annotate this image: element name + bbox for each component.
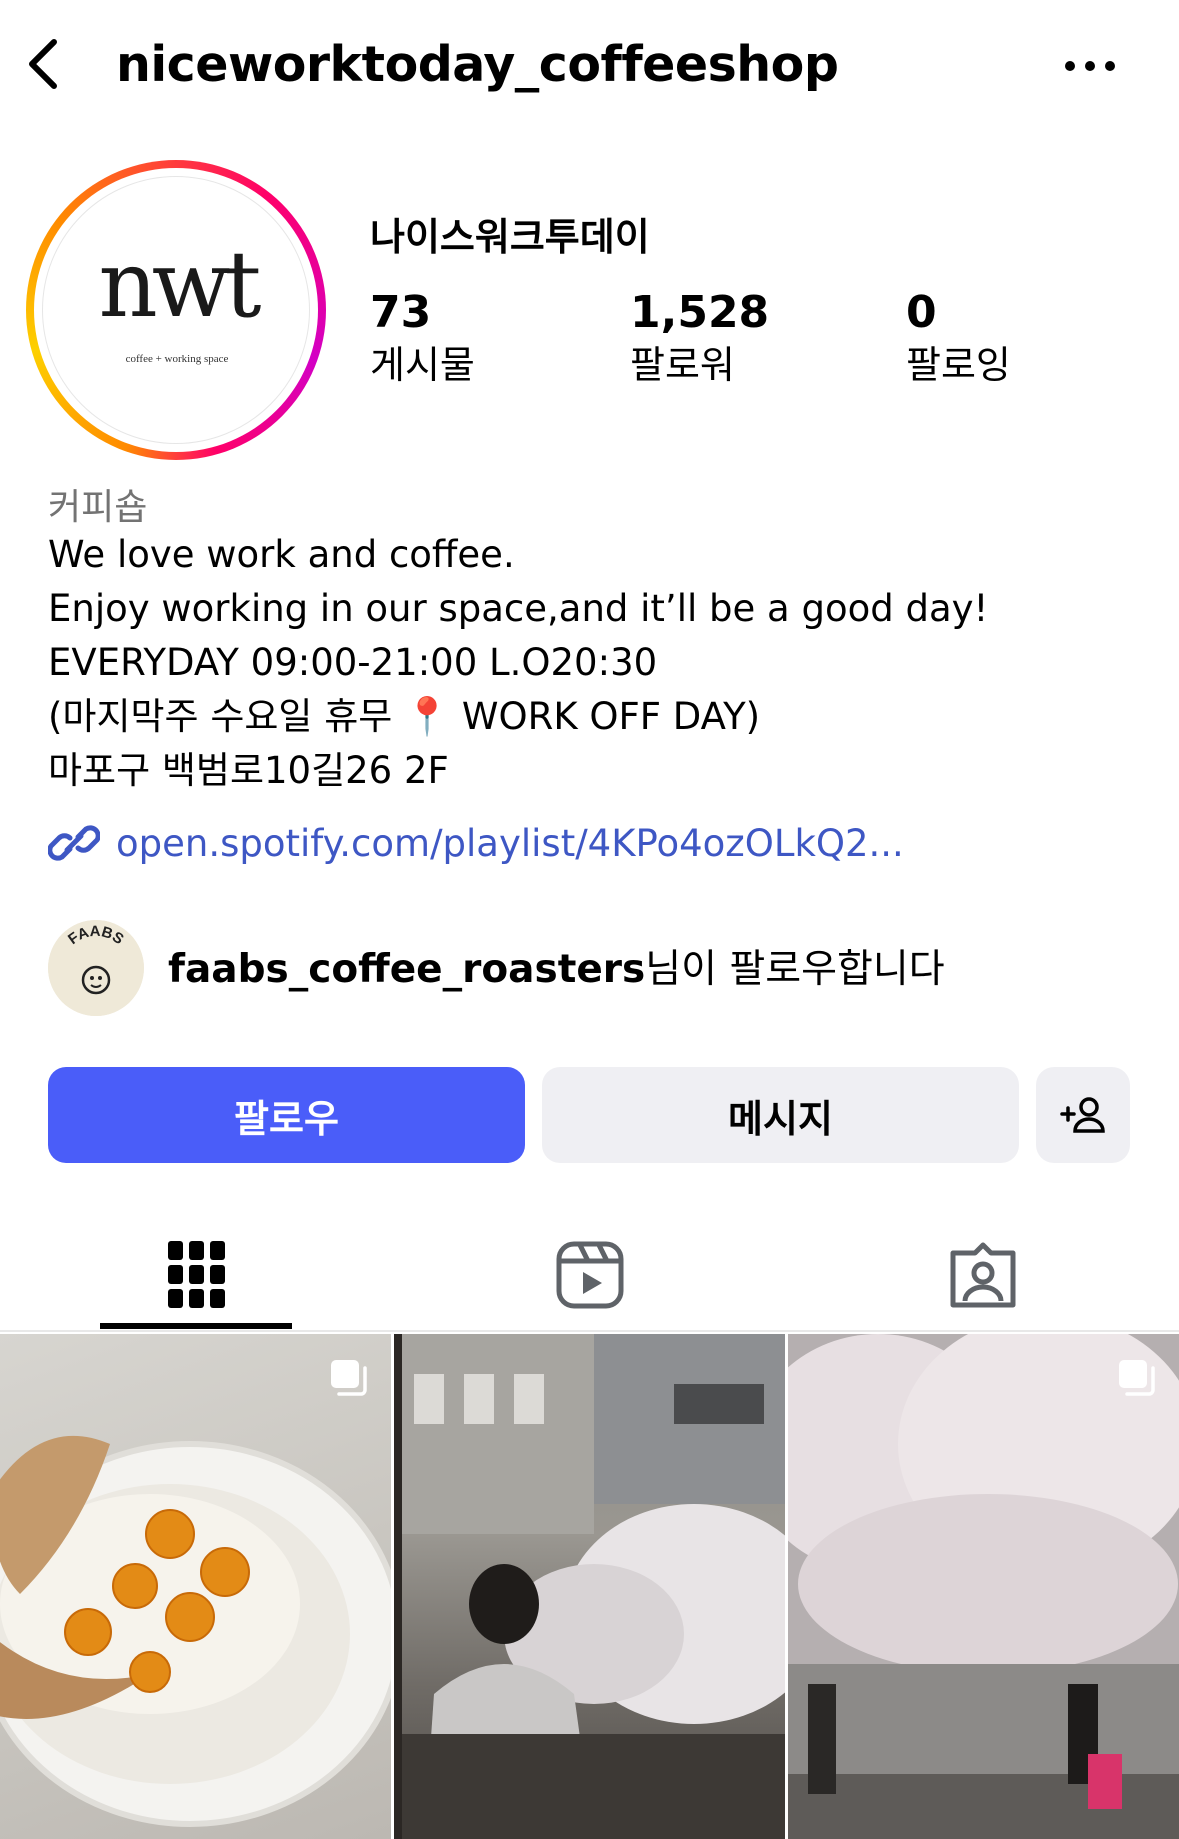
bio-line: Enjoy working in our space,and it’ll be … (48, 587, 989, 630)
posts-count-label: 게시물 (370, 343, 475, 387)
profile-avatar[interactable]: nwt coffee + working space (26, 160, 326, 460)
divider (0, 1330, 1179, 1332)
following-count-label: 팔로잉 (906, 343, 1011, 387)
cafe-window-photo (394, 1334, 785, 1839)
post-thumbnail[interactable] (0, 1334, 391, 1839)
bio-line: 마포구 백범로10길26 2F (48, 749, 449, 792)
tab-grid[interactable] (0, 1220, 393, 1330)
profile-link[interactable]: open.spotify.com/playlist/4KPo4ozOLkQ2..… (48, 818, 904, 868)
active-tab-indicator (100, 1323, 292, 1329)
logo-subtext: coffee + working space (125, 353, 229, 365)
avatar-logo: nwt coffee + working space (42, 176, 310, 444)
cherry-blossom-photo (788, 1334, 1179, 1839)
profile-link-text[interactable]: open.spotify.com/playlist/4KPo4ozOLkQ2..… (116, 822, 904, 865)
following-count[interactable]: 0 팔로잉 (906, 288, 1011, 390)
post-thumbnail[interactable] (788, 1334, 1179, 1839)
following-count-value: 0 (906, 287, 937, 338)
bio-line: We love work and coffee. (48, 533, 515, 576)
multiple-photos-icon (1119, 1360, 1155, 1396)
profile-bio: We love work and coffee. Enjoy working i… (48, 528, 988, 798)
reels-icon (556, 1241, 623, 1309)
grid-icon (167, 1241, 225, 1308)
post-thumbnail[interactable] (394, 1334, 785, 1839)
followed-by-suffix: 님이 팔로우합니다 (645, 947, 945, 992)
followed-by-text[interactable]: faabs_coffee_roasters님이 팔로우합니다 (168, 938, 945, 994)
display-name: 나이스워크투데이 (370, 215, 650, 259)
logo-text: nwt (98, 231, 262, 338)
posts-count[interactable]: 73 게시물 (370, 288, 475, 390)
follow-button[interactable]: 팔로우 (48, 1067, 525, 1163)
tab-reels[interactable] (393, 1220, 786, 1330)
chevron-left-icon (29, 39, 57, 89)
followers-count[interactable]: 1,528 팔로워 (630, 288, 769, 390)
link-icon (48, 825, 100, 861)
followers-count-label: 팔로워 (630, 343, 735, 387)
tagged-icon (950, 1242, 1015, 1308)
posts-count-value: 73 (370, 287, 432, 338)
followers-count-value: 1,528 (630, 287, 770, 338)
bio-line: EVERYDAY 09:00-21:00 L.O20:30 (48, 641, 658, 684)
profile-category: 커피숍 (48, 487, 148, 528)
faabs-logo-icon: FAABS (48, 920, 144, 1016)
page-title: niceworktoday_coffeeshop (116, 36, 839, 93)
bagel-photo (0, 1435, 391, 1827)
back-button[interactable] (22, 34, 68, 94)
ellipsis-icon (1065, 61, 1115, 71)
bio-line: (마지막주 수요일 휴무 📍 WORK OFF DAY) (48, 695, 761, 738)
message-button[interactable]: 메시지 (542, 1067, 1019, 1163)
tab-tagged[interactable] (786, 1220, 1179, 1330)
add-person-icon (1060, 1097, 1105, 1133)
suggested-accounts-button[interactable] (1036, 1067, 1130, 1163)
follower-avatar[interactable]: FAABS (48, 920, 144, 1016)
followed-by-username: faabs_coffee_roasters (168, 947, 646, 992)
more-options-button[interactable] (1060, 46, 1120, 86)
multiple-photos-icon (331, 1360, 367, 1396)
